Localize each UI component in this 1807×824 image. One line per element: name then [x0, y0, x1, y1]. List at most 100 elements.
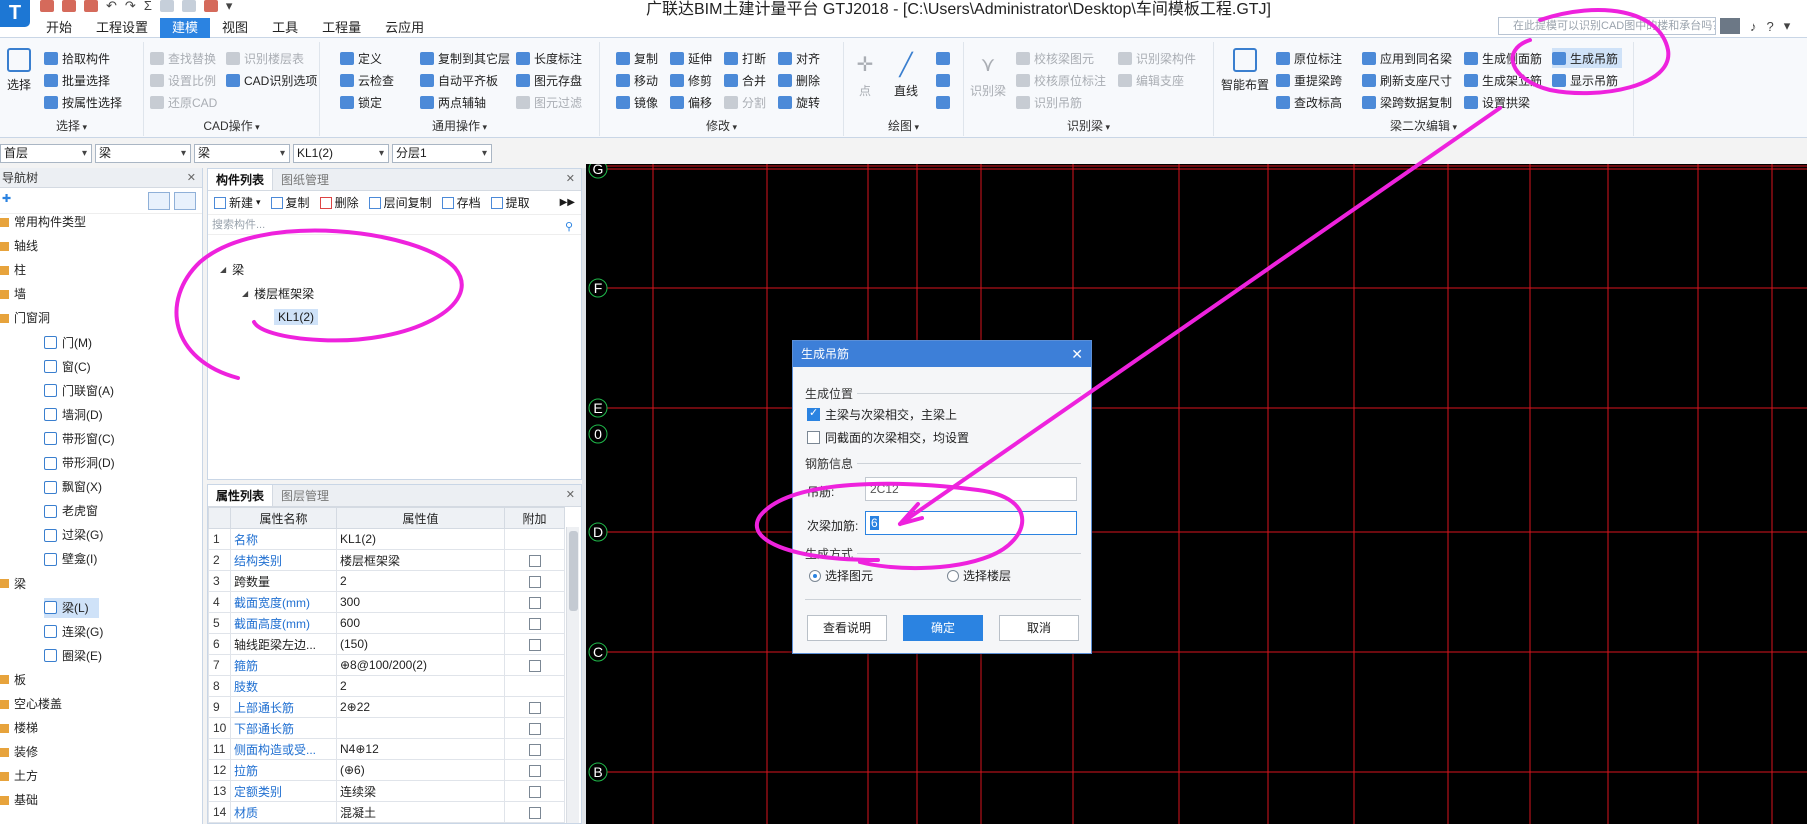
identify-beam-button[interactable]: ⋎ 识别梁	[966, 52, 1010, 99]
delete-button[interactable]: 删除	[778, 70, 820, 90]
table-row[interactable]: 2 结构类别 楼层框架梁	[208, 549, 565, 571]
checkbox[interactable]	[528, 596, 541, 609]
radio-checked[interactable]	[809, 569, 821, 582]
property-value[interactable]: 2	[336, 675, 505, 697]
trim-button[interactable]: 修剪	[670, 70, 712, 90]
nav-item[interactable]: 窗(C)	[44, 357, 91, 377]
copy-span-data-button[interactable]: 梁跨数据复制	[1362, 92, 1452, 112]
select-by-property-button[interactable]: 按属性选择	[44, 92, 122, 112]
report-icon[interactable]	[159, 0, 174, 12]
identify-beam-component-button[interactable]: 识别梁构件	[1118, 48, 1196, 68]
component-subtype-select[interactable]: 梁	[194, 144, 290, 163]
layer-select[interactable]: 分层1	[392, 144, 492, 163]
component-name-select[interactable]: KL1(2)	[293, 144, 389, 163]
cancel-button[interactable]: 取消	[999, 615, 1079, 641]
edit-support-button[interactable]: 编辑支座	[1118, 70, 1184, 90]
nav-item[interactable]: 壁龛(I)	[44, 549, 97, 569]
select-floor-radio[interactable]: 选择楼层	[947, 567, 1011, 584]
more-icon[interactable]: ▾	[1784, 18, 1791, 34]
redo-icon[interactable]: ↷	[125, 0, 136, 12]
checkbox[interactable]	[528, 785, 541, 798]
extend-button[interactable]: 延伸	[670, 48, 712, 68]
delete-component-button[interactable]: 删除	[319, 194, 359, 211]
element-archive-button[interactable]: 图元存盘	[516, 70, 582, 90]
identify-floor-table-button[interactable]: 识别楼层表	[226, 48, 304, 68]
menu-project-settings[interactable]: 工程设置	[84, 18, 160, 38]
property-value[interactable]: ⊕8@100/200(2)	[336, 654, 505, 676]
nav-item[interactable]: 基础	[0, 790, 38, 810]
table-row[interactable]: 5 截面高度(mm) 600	[208, 612, 565, 634]
lock-button[interactable]: 锁定	[340, 92, 382, 112]
app-logo[interactable]: T	[0, 0, 30, 27]
help-search-input[interactable]: 在此提模可以识别CAD图中的楼和承台吗？	[1498, 17, 1716, 35]
copy-to-other-floor-button[interactable]: 复制到其它层	[420, 48, 510, 68]
arc-draw-button[interactable]	[936, 48, 950, 68]
nav-item[interactable]: 连梁(G)	[44, 622, 103, 642]
identify-hanger-bar-button[interactable]: 识别吊筋	[1016, 92, 1082, 112]
nav-item[interactable]: 带形洞(D)	[44, 453, 115, 473]
menu-view[interactable]: 视图	[210, 18, 260, 38]
generate-hanger-bar-button[interactable]: 生成吊筋	[1552, 48, 1623, 68]
extract-button[interactable]: 提取	[490, 194, 530, 211]
checkbox[interactable]	[528, 722, 541, 735]
re-extract-span-button[interactable]: 重提梁跨	[1276, 70, 1342, 90]
apply-same-name-beam-button[interactable]: 应用到同名梁	[1362, 48, 1452, 68]
table-row[interactable]: 3 跨数量 2	[208, 570, 565, 592]
expand-icon[interactable]: ◢	[242, 289, 248, 298]
tab-component-list[interactable]: 构件列表	[208, 169, 274, 190]
radio-unchecked[interactable]	[947, 569, 959, 582]
expand-icon[interactable]: ◢	[220, 265, 226, 274]
checkbox[interactable]	[528, 764, 541, 777]
ok-button[interactable]: 确定	[903, 615, 983, 641]
component-tree-item[interactable]: ◢ 楼层框架梁	[242, 285, 314, 302]
tab-layer-manager[interactable]: 图层管理	[273, 485, 337, 506]
find-replace-button[interactable]: 查找替换	[150, 48, 216, 68]
mirror-button[interactable]: 镜像	[616, 92, 658, 112]
nav-item[interactable]: 楼梯	[0, 718, 38, 738]
table-row[interactable]: 9 上部通长筋 2⊕22	[208, 696, 565, 718]
tab-property-list[interactable]: 属性列表	[208, 485, 274, 506]
circle-draw-button[interactable]	[936, 70, 950, 90]
merge-button[interactable]: 合并	[724, 70, 766, 90]
bell-icon[interactable]: ♪	[1750, 19, 1757, 34]
point-button[interactable]: ✛ 点	[850, 52, 880, 99]
copy-component-button[interactable]: 复制	[270, 194, 310, 211]
menu-quantities[interactable]: 工程量	[310, 18, 373, 38]
element-filter-button[interactable]: 图元过滤	[516, 92, 582, 112]
nav-item[interactable]: 梁(L)	[44, 597, 99, 618]
tab-drawing-manager[interactable]: 图纸管理	[273, 169, 337, 190]
menu-tools[interactable]: 工具	[260, 18, 310, 38]
copy-between-floors-button[interactable]: 层间复制	[368, 194, 432, 211]
property-value[interactable]: 混凝土	[336, 801, 505, 823]
table-row[interactable]: 1 名称 KL1(2)	[208, 528, 565, 550]
favorite-icon[interactable]: ✚	[2, 192, 11, 205]
checkbox[interactable]	[528, 743, 541, 756]
drawing-canvas[interactable]: G F E 0 D C B	[586, 164, 1807, 824]
in-situ-annotation-button[interactable]: 原位标注	[1276, 48, 1342, 68]
nav-item[interactable]: 墙	[0, 284, 26, 304]
menu-start[interactable]: 开始	[34, 18, 84, 38]
archive-button[interactable]: 存档	[441, 194, 481, 211]
nav-item[interactable]: 带形窗(C)	[44, 429, 115, 449]
offset-button[interactable]: 偏移	[670, 92, 712, 112]
table-row[interactable]: 14 材质 混凝土	[208, 801, 565, 823]
nav-item[interactable]: 板	[0, 670, 26, 690]
view-help-button[interactable]: 查看说明	[807, 615, 887, 641]
checkbox[interactable]	[528, 617, 541, 630]
property-scrollbar[interactable]	[566, 527, 579, 823]
cloud-check-button[interactable]: 云检查	[340, 70, 394, 90]
save-icon[interactable]	[40, 0, 54, 12]
hanger-bar-input[interactable]: 2C12	[865, 477, 1077, 501]
check-beam-element-button[interactable]: 校核梁图元	[1016, 48, 1094, 68]
checkbox[interactable]	[528, 701, 541, 714]
property-value[interactable]: (150)	[336, 633, 505, 655]
tile-view-icon[interactable]	[174, 192, 196, 210]
move-button[interactable]: 移动	[616, 70, 658, 90]
generate-side-bar-button[interactable]: 生成侧面筋	[1464, 48, 1542, 68]
nav-item[interactable]: 过梁(G)	[44, 525, 103, 545]
property-value[interactable]: (⊕6)	[336, 759, 505, 781]
secondary-stirrup-input[interactable]: 6	[865, 511, 1077, 535]
export-icon[interactable]	[203, 0, 218, 12]
select-button[interactable]: 选择	[4, 48, 34, 93]
define-button[interactable]: 定义	[340, 48, 382, 68]
